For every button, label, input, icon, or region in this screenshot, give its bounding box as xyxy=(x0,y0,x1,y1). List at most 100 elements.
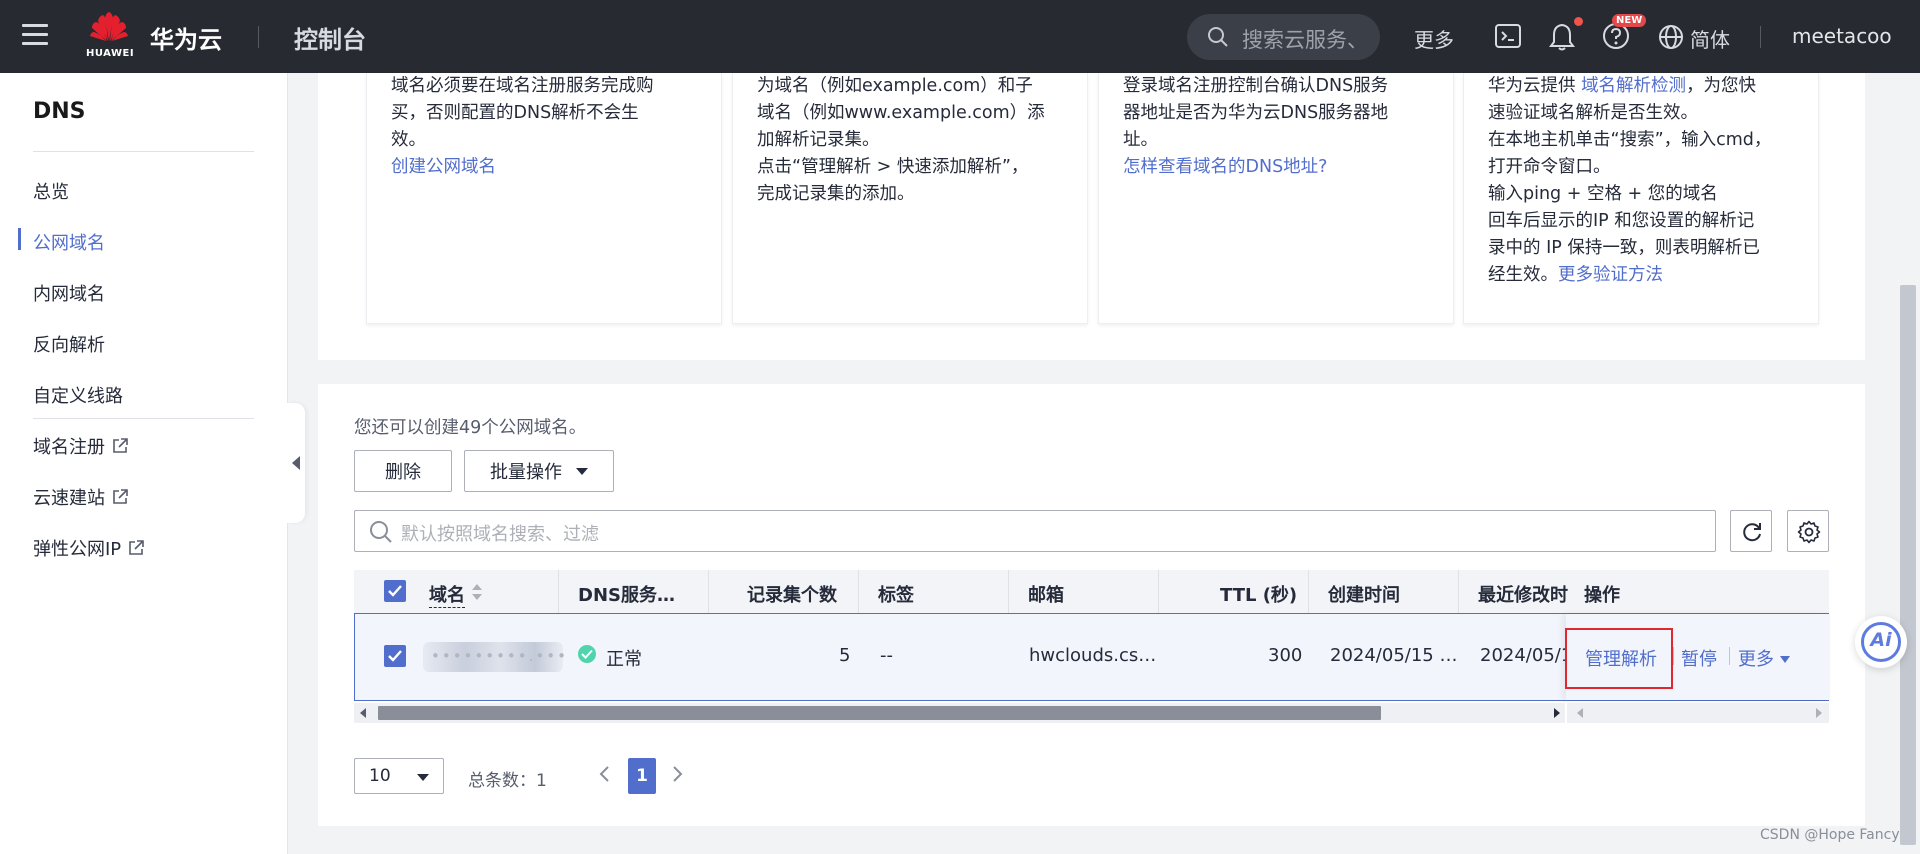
record-count-cell: 5 xyxy=(839,645,851,666)
scrollbar-thumb[interactable] xyxy=(378,706,1381,720)
scroll-left-icon[interactable] xyxy=(360,708,366,718)
scroll-right-icon[interactable] xyxy=(1816,708,1822,718)
divider xyxy=(1729,647,1730,665)
sidebar-item-overview[interactable]: 总览 xyxy=(33,178,69,204)
quota-text: 您还可以创建49个公网域名。 xyxy=(354,418,587,438)
sidebar-item-label: 域名注册 xyxy=(33,437,105,458)
ai-label: Ai xyxy=(1870,629,1892,651)
collapse-arrow-icon xyxy=(292,456,300,470)
column-header-modified: 最近修改时 xyxy=(1478,585,1568,606)
hamburger-menu-icon[interactable] xyxy=(22,24,48,46)
tags-cell: -- xyxy=(880,645,893,666)
column-header-email: 邮箱 xyxy=(1028,585,1064,606)
guide-text: 为域名（例如example.com）和子 xyxy=(757,76,1033,96)
sidebar-title: DNS xyxy=(33,99,86,124)
search-icon xyxy=(370,521,392,543)
table-settings-button[interactable] xyxy=(1787,510,1829,552)
table-header: 域名 DNS服务… 记录集个数 标签 邮箱 TTL (秒) 创建时间 最近修改时… xyxy=(354,570,1829,613)
column-header-ttl: TTL (秒) xyxy=(1220,585,1298,606)
global-search[interactable]: 搜索云服务、 xyxy=(1187,14,1380,60)
huawei-petals-icon xyxy=(90,12,128,41)
page-scrollbar[interactable] xyxy=(1896,73,1920,854)
pause-link[interactable]: 暂停 xyxy=(1681,645,1717,671)
table-row[interactable]: •••••••••.••• 正常 5 -- hwclouds.cs… 300 2… xyxy=(354,613,1830,701)
chevron-down-icon xyxy=(1780,656,1790,663)
select-all-checkbox[interactable] xyxy=(384,580,406,602)
more-menu[interactable]: 更多 xyxy=(1414,24,1454,53)
console-link[interactable]: 控制台 xyxy=(294,20,366,55)
scroll-left-icon[interactable] xyxy=(1577,708,1583,718)
view-dns-address-link[interactable]: 怎样查看域名的DNS地址? xyxy=(1123,154,1429,181)
sidebar-item-label: 云速建站 xyxy=(33,488,105,509)
global-search-placeholder: 搜索云服务、 xyxy=(1242,28,1368,52)
cloud-shell-icon[interactable] xyxy=(1494,22,1522,50)
more-verification-methods-link[interactable]: 更多验证方法 xyxy=(1558,265,1663,285)
domain-name-blurred[interactable]: •••••••••.••• xyxy=(423,642,566,672)
guide-text: 域名必须要在域名注册服务完成购 xyxy=(391,76,654,96)
brand-name[interactable]: 华为云 xyxy=(150,20,222,55)
sidebar-item-domain-registration[interactable]: 域名注册 xyxy=(33,433,129,459)
sidebar-item-public-zones[interactable]: 公网域名 xyxy=(33,229,105,255)
more-actions-link[interactable]: 更多 xyxy=(1738,645,1790,671)
search-placeholder: 默认按照域名搜索、过滤 xyxy=(401,524,599,545)
delete-button[interactable]: 删除 xyxy=(354,450,452,492)
batch-operations-label: 批量操作 xyxy=(490,462,562,483)
sidebar-item-custom-lines[interactable]: 自定义线路 xyxy=(33,382,123,408)
external-link-icon xyxy=(113,438,128,453)
horizontal-scrollbar[interactable] xyxy=(354,703,1829,723)
ai-assistant-button[interactable]: Ai xyxy=(1855,616,1907,668)
sidebar-item-private-zones[interactable]: 内网域名 xyxy=(33,280,105,306)
user-menu[interactable]: meetacoo xyxy=(1792,24,1892,48)
sidebar-item-reverse-resolution[interactable]: 反向解析 xyxy=(33,331,105,357)
guide-text: 在本地主机单击“搜索”，输入cmd， xyxy=(1488,130,1772,150)
column-header-created: 创建时间 xyxy=(1328,585,1400,606)
guide-text: 器地址是否为华为云DNS服务器地 xyxy=(1123,103,1389,123)
sidebar: DNS 总览 公网域名 内网域名 反向解析 自定义线路 域名注册 云速建站 弹性… xyxy=(0,73,288,854)
chevron-down-icon xyxy=(576,467,588,475)
column-divider xyxy=(858,570,859,613)
guide-text: 回车后显示的IP 和您设置的解析记 xyxy=(1488,211,1755,231)
status-text: 正常 xyxy=(606,649,642,670)
sidebar-item-label: 弹性公网IP xyxy=(33,539,122,560)
guide-text: 录中的 IP 保持一致，则表明解析已 xyxy=(1488,238,1760,258)
page-1-button[interactable]: 1 xyxy=(628,758,656,794)
manage-resolution-link[interactable]: 管理解析 xyxy=(1585,645,1657,671)
page-size-select[interactable]: 10 xyxy=(354,758,444,794)
column-header-actions: 操作 xyxy=(1584,585,1620,606)
language-switch[interactable]: 简体 xyxy=(1690,24,1730,53)
resolution-check-link[interactable]: 域名解析检测 xyxy=(1581,76,1686,96)
page-size-value: 10 xyxy=(369,766,391,786)
more-actions-label: 更多 xyxy=(1738,649,1774,670)
bell-icon[interactable] xyxy=(1548,22,1576,52)
huawei-logo[interactable]: HUAWEI xyxy=(86,12,135,60)
guide-card-check-dns-server: 登录域名注册控制台确认DNS服务 器地址是否为华为云DNS服务器地 址。 怎样查… xyxy=(1098,73,1454,324)
batch-operations-button[interactable]: 批量操作 xyxy=(464,450,614,492)
row-checkbox[interactable] xyxy=(384,645,406,667)
column-header-domain[interactable]: 域名 xyxy=(429,581,465,608)
total-count: 总条数：1 xyxy=(468,771,547,791)
refresh-icon xyxy=(1743,523,1761,542)
column-divider xyxy=(708,570,709,613)
sidebar-item-elastic-ip[interactable]: 弹性公网IP xyxy=(33,535,145,561)
domain-name: •••••••••.••• xyxy=(431,647,568,665)
guide-text: 经生效。更多验证方法 xyxy=(1488,262,1794,289)
guide-text: 加解析记录集。 xyxy=(757,130,880,150)
column-divider xyxy=(1158,570,1159,613)
guide-text: 华为云提供 xyxy=(1488,76,1582,96)
column-header-record-count: 记录集个数 xyxy=(747,585,837,606)
globe-icon[interactable] xyxy=(1658,24,1684,50)
refresh-button[interactable] xyxy=(1730,510,1772,552)
create-public-zone-link[interactable]: 创建公网域名 xyxy=(391,154,697,181)
ttl-cell: 300 xyxy=(1268,645,1303,666)
scrollbar-thumb[interactable] xyxy=(1900,285,1916,845)
column-divider xyxy=(1458,570,1459,613)
previous-page-icon[interactable] xyxy=(598,764,612,784)
sidebar-item-website-builder[interactable]: 云速建站 xyxy=(33,484,129,510)
scroll-right-icon[interactable] xyxy=(1554,708,1560,718)
guide-text: 址。 xyxy=(1123,130,1158,150)
logo-text: HUAWEI xyxy=(86,48,135,59)
domain-search-input[interactable]: 默认按照域名搜索、过滤 xyxy=(354,510,1716,552)
sidebar-collapse-toggle[interactable] xyxy=(287,403,305,523)
sort-icon[interactable] xyxy=(471,582,483,602)
next-page-icon[interactable] xyxy=(670,764,684,784)
